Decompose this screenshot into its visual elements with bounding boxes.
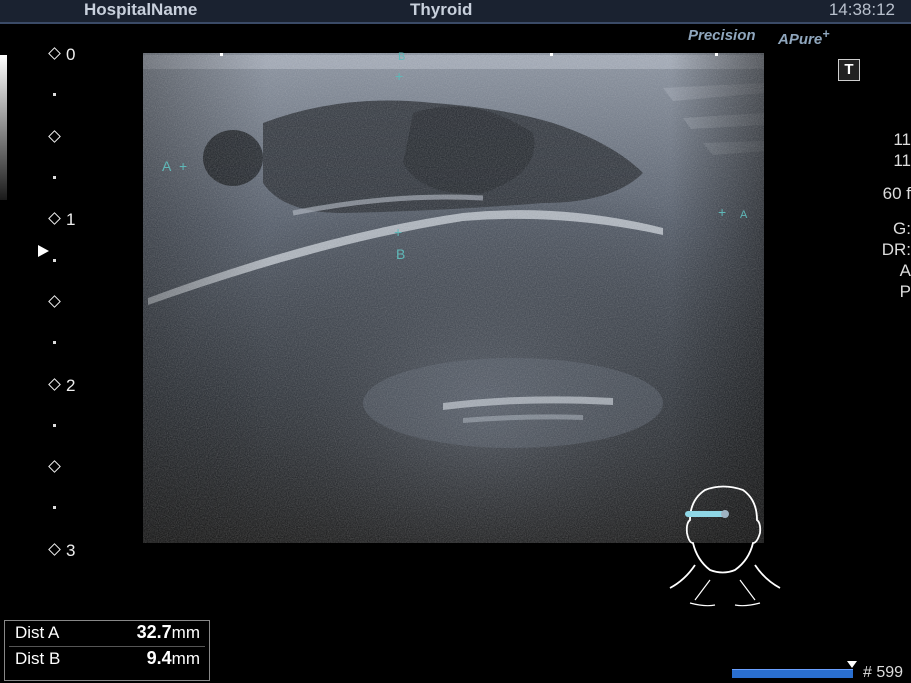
measurement-value: 9.4	[146, 648, 172, 668]
apure-logo-text: APure	[778, 31, 823, 48]
param-line: 11	[893, 130, 911, 149]
depth-tick-major	[48, 130, 61, 143]
caliper-a-start-cross-icon[interactable]: +	[179, 159, 187, 173]
depth-tick-major	[48, 543, 61, 556]
clock: 14:38:12	[828, 0, 895, 19]
focus-marker-icon[interactable]	[38, 245, 49, 257]
depth-label: 2	[66, 376, 76, 395]
param-line: P	[899, 282, 911, 301]
depth-tick-major	[48, 212, 61, 225]
depth-label: 3	[66, 541, 76, 560]
frame-counter: # 599	[863, 664, 904, 681]
lateral-tick	[715, 53, 718, 56]
measurement-value-wrap: 32.7mm	[137, 622, 200, 643]
imaging-parameters: 11 11 60 f G: DR: A P	[871, 130, 911, 303]
depth-tick-major	[48, 295, 61, 308]
caliper-b-start-label: B	[398, 51, 406, 63]
apure-logo: APure+	[778, 27, 830, 48]
measurement-unit: mm	[171, 649, 200, 668]
hospital-name: HospitalName	[84, 0, 198, 19]
measurement-row: Dist A 32.7mm	[9, 621, 205, 646]
lateral-tick	[220, 53, 223, 56]
apure-logo-plus: +	[822, 27, 830, 41]
measurement-name: Dist B	[15, 649, 61, 668]
cine-position-marker-icon[interactable]	[847, 661, 857, 668]
param-dynamic-range: DR:	[881, 240, 911, 259]
exam-preset: Thyroid	[410, 0, 473, 19]
depth-label: 0	[66, 45, 76, 64]
caliper-a-start-label: A	[162, 158, 172, 174]
measurement-results: Dist A 32.7mm Dist B 9.4mm	[4, 620, 210, 681]
grayscale-bar	[0, 55, 7, 200]
caliper-b-end-label: B	[396, 246, 406, 262]
caliper-a-end-cross-icon[interactable]: +	[718, 205, 726, 219]
caliper-a-end-label: A	[740, 209, 748, 221]
depth-tick-minor	[53, 259, 56, 262]
depth-tick-major	[48, 378, 61, 391]
depth-tick-minor	[53, 506, 56, 509]
depth-tick-minor	[53, 424, 56, 427]
measurement-name: Dist A	[15, 623, 60, 642]
param-line: 11	[893, 151, 911, 170]
caliper-b-end-cross-icon[interactable]: +	[394, 225, 402, 239]
measurement-value-wrap: 9.4mm	[147, 648, 200, 669]
cine-scrollbar[interactable]	[732, 669, 853, 678]
measurement-value: 32.7	[136, 622, 172, 642]
depth-tick-major	[48, 460, 61, 473]
ultrasound-image-render	[143, 53, 764, 543]
param-frame-rate: 60 f	[882, 184, 911, 203]
precision-logo: Precision	[688, 27, 756, 44]
ultrasound-image[interactable]	[143, 53, 764, 543]
caliper-b-start-cross-icon[interactable]: +	[395, 69, 403, 83]
depth-tick-major	[48, 47, 61, 60]
measurement-row: Dist B 9.4mm	[9, 646, 205, 672]
transducer-button[interactable]: T	[838, 59, 860, 81]
lateral-tick	[550, 53, 553, 56]
depth-tick-minor	[53, 93, 56, 96]
body-mark-head-icon	[665, 485, 785, 615]
top-status-bar: HospitalName Thyroid 14:38:12	[0, 0, 911, 24]
measurement-unit: mm	[171, 623, 200, 642]
param-line: A	[899, 261, 911, 280]
param-gain: G:	[893, 219, 911, 238]
depth-label: 1	[66, 210, 76, 229]
depth-tick-minor	[53, 341, 56, 344]
depth-tick-minor	[53, 176, 56, 179]
